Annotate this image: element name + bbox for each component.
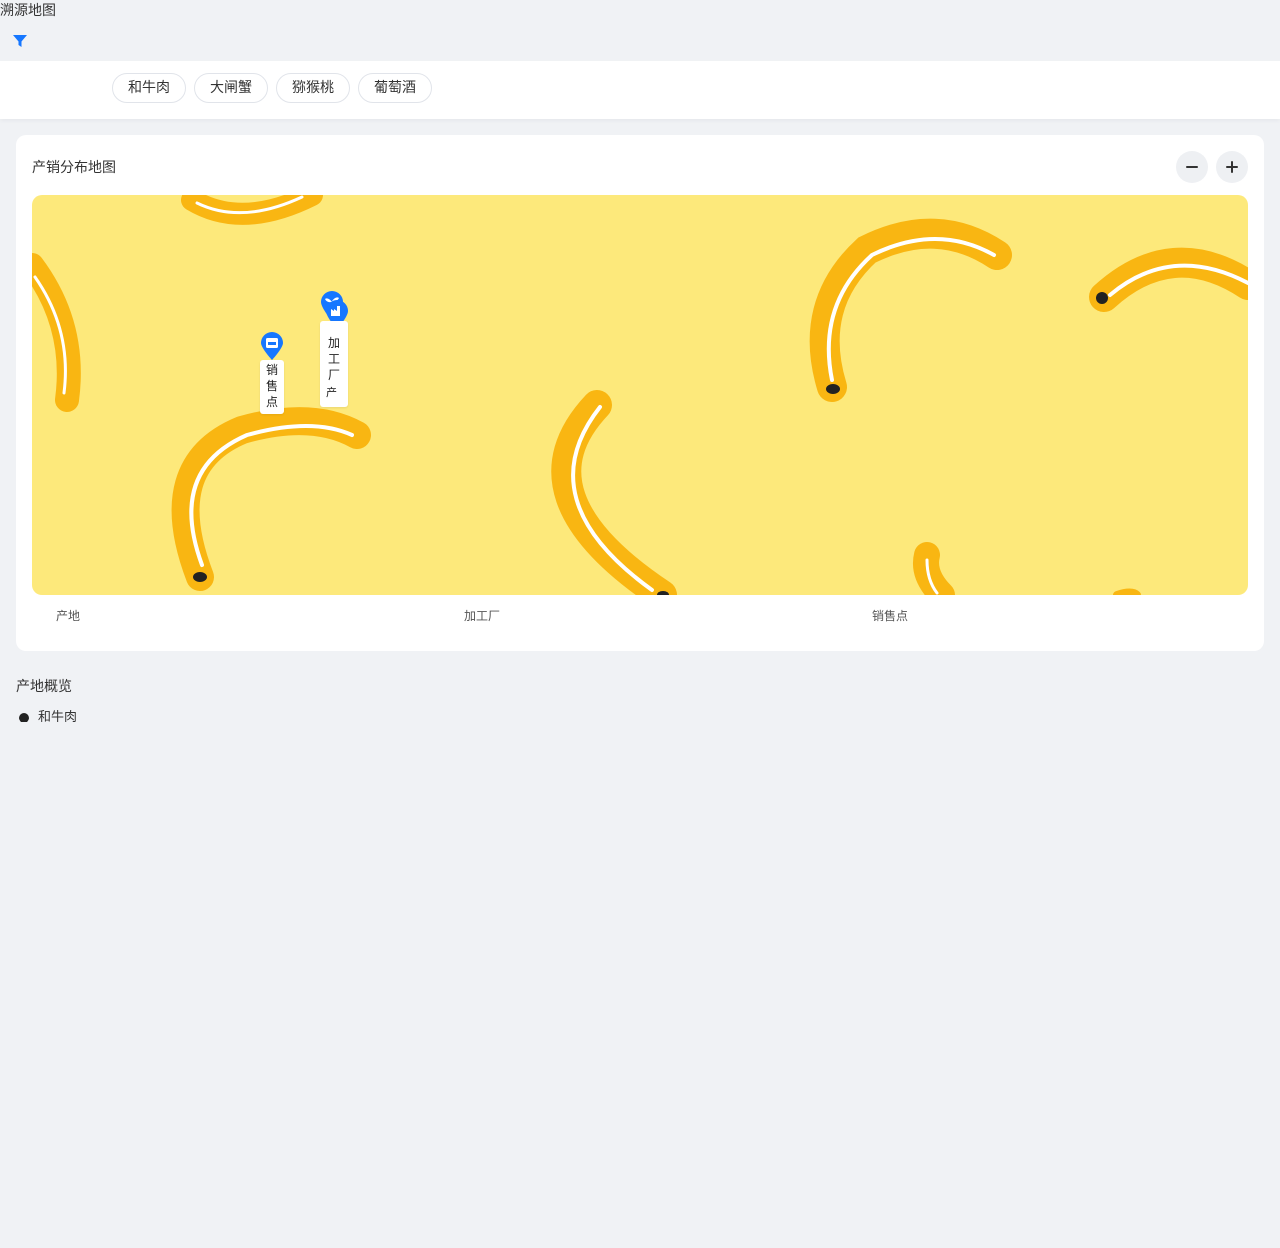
origin-marker-label: 产地	[326, 385, 346, 403]
legend-factory: 加工厂	[464, 609, 501, 623]
chip-product[interactable]: 大闸蟹	[194, 73, 268, 103]
page-title: 溯源地图	[0, 3, 56, 19]
overview-item-label: 和牛肉	[38, 710, 78, 722]
store-icon	[266, 338, 278, 348]
zoom-out-button[interactable]	[1176, 151, 1208, 183]
map-background-pattern	[32, 195, 1248, 595]
chip-product[interactable]: 和牛肉	[112, 73, 186, 103]
store-marker-label: 销售点	[260, 360, 284, 414]
distribution-map-card: 产销分布地图 加工厂 产 销售点 产地 加工厂 销售点	[16, 135, 1264, 651]
origin-label-text: 产地	[326, 386, 337, 399]
minus-icon	[1186, 166, 1198, 168]
zoom-in-button[interactable]	[1216, 151, 1248, 183]
plus-icon	[1226, 161, 1238, 173]
overview-list-item[interactable]: 和牛肉	[16, 710, 216, 722]
store-label-text: 销售点	[266, 363, 279, 409]
product-chip-bar: 和牛肉 大闸蟹 猕猴桃 葡萄酒	[0, 61, 1280, 119]
pin-icon	[19, 713, 29, 722]
product-chips: 和牛肉 大闸蟹 猕猴桃 葡萄酒	[112, 73, 432, 103]
map-card-title: 产销分布地图	[32, 160, 116, 176]
store-marker[interactable]	[259, 331, 285, 361]
banana-decoration	[32, 195, 1248, 595]
chip-product[interactable]: 葡萄酒	[358, 73, 432, 103]
filter-icon[interactable]	[12, 33, 28, 49]
legend-store: 销售点	[872, 609, 909, 623]
chip-product[interactable]: 猕猴桃	[276, 73, 350, 103]
overview-title: 产地概览	[16, 679, 72, 695]
legend-origin: 产地	[56, 609, 81, 623]
map-canvas[interactable]: 加工厂 产地 销售点	[32, 195, 1248, 595]
top-bar: 溯源地图	[0, 0, 1280, 61]
factory-label-text: 加工厂	[328, 336, 341, 382]
